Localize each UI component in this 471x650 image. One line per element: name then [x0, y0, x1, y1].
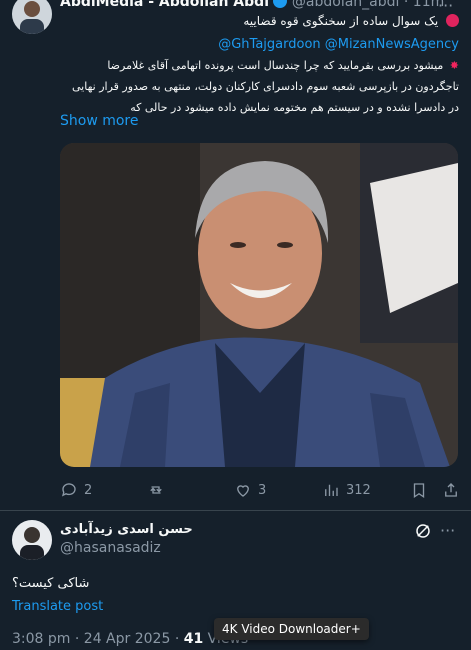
portrait-image	[60, 143, 458, 467]
more-options-icon-2[interactable]: ···	[440, 521, 455, 540]
reply-author-handle[interactable]: @hasanasadiz	[60, 540, 161, 556]
reply-count: 2	[84, 482, 93, 498]
grok-icon[interactable]	[414, 522, 432, 540]
red-circle-icon	[446, 14, 459, 27]
extension-tooltip[interactable]: 4K Video Downloader+	[214, 618, 369, 640]
tweet-mentions[interactable]: @GhTajgardoon @MizanNewsAgency	[218, 37, 459, 52]
reply-text: شاکی کیست؟	[12, 576, 90, 591]
divider	[0, 510, 471, 511]
share-icon	[445, 483, 457, 497]
quoted-author-name[interactable]: AbdiMedia - Abdollah Abdi	[60, 0, 269, 10]
quoted-author-handle[interactable]: @abdolah_abdi	[292, 0, 400, 10]
reply-action[interactable]: 2	[60, 481, 92, 499]
post-meta: 3:08 pm · 24 Apr 2025 · 41 Views	[12, 631, 248, 647]
tweet-line-3: تاجگردون در بازپرسی شعبه سوم دادسرای کار…	[72, 80, 459, 93]
bar-chart-icon	[325, 484, 338, 496]
like-count: 3	[258, 482, 267, 498]
quoted-author-avatar[interactable]	[12, 0, 52, 34]
views-count: 312	[346, 482, 371, 498]
like-action[interactable]: 3	[234, 481, 266, 499]
post-time[interactable]: 3:08 pm	[12, 631, 70, 647]
more-options-icon[interactable]: ···	[438, 0, 453, 15]
heart-icon	[237, 485, 249, 497]
collision-icon: ✸	[449, 59, 459, 72]
tweet-image[interactable]	[60, 143, 458, 467]
quoted-tweet-header: AbdiMedia - Abdollah Abdi @abdolah_abdi …	[60, 0, 444, 10]
retweet-icon	[150, 486, 162, 494]
post-date[interactable]: 24 Apr 2025	[84, 631, 171, 647]
retweet-action[interactable]	[147, 481, 165, 499]
tweet-line-1: یک سوال ساده از سخنگوی قوه قضاییه	[59, 14, 459, 28]
verified-icon	[273, 0, 288, 8]
bookmark-action[interactable]	[410, 481, 428, 499]
bookmark-icon	[413, 483, 425, 499]
views-action[interactable]: 312	[322, 481, 371, 499]
tweet-line-2: ✸ میشود بررسی بفرمایید که چرا چندسال است…	[107, 59, 459, 72]
reply-icon	[61, 483, 76, 497]
show-more-link[interactable]: Show more	[60, 113, 139, 129]
reply-author-name[interactable]: حسن اسدی زیدآبادی	[60, 522, 200, 537]
post-views-count: 41	[183, 631, 204, 647]
translate-post-link[interactable]: Translate post	[12, 599, 103, 614]
reply-author-avatar[interactable]	[12, 520, 52, 560]
share-action[interactable]	[442, 481, 460, 499]
